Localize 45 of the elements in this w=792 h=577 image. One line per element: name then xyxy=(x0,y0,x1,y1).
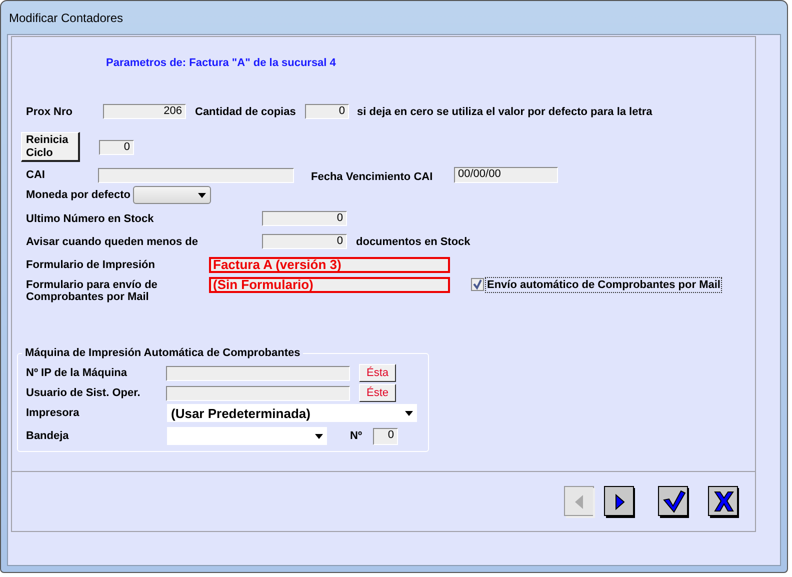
input-field[interactable] xyxy=(98,168,294,182)
dropdown-value: (Usar Predeterminada) xyxy=(171,406,310,420)
date-field[interactable]: 00/00/00 xyxy=(454,167,558,183)
printer-dropdown[interactable]: (Usar Predeterminada) xyxy=(167,404,417,422)
field-label: Formulario para envío de Comprobantes por Mail xyxy=(26,278,158,303)
input-field[interactable] xyxy=(166,386,350,400)
field-label: Moneda por defecto xyxy=(26,189,132,201)
field-label: Fecha Vencimiento CAI xyxy=(311,170,434,182)
field-label: documentos en Stock xyxy=(356,236,470,248)
next-button[interactable] xyxy=(604,486,636,518)
input-field[interactable]: 206 xyxy=(103,104,186,119)
checkbox-label: Envío automático de Comprobantes por Mail xyxy=(485,277,722,293)
field-label: Bandeja xyxy=(26,430,70,442)
this-ip-button[interactable]: Ésta xyxy=(359,364,396,382)
cancel-button[interactable] xyxy=(708,486,740,518)
input-field[interactable]: 0 xyxy=(373,428,398,444)
field-label: Prox Nro xyxy=(26,106,74,118)
form-field[interactable]: Factura A (versión 3) xyxy=(209,257,450,273)
currency-dropdown[interactable] xyxy=(133,186,211,204)
field-label: Nº IP de la Máquina xyxy=(26,367,128,379)
input-field[interactable]: 0 xyxy=(305,104,349,119)
field-label: Ultimo Número en Stock xyxy=(26,212,155,224)
caret-icon xyxy=(315,434,323,438)
field-label: Avisar cuando queden menos de xyxy=(26,236,199,248)
form-field[interactable]: (Sin Formulario) xyxy=(209,277,450,293)
input-field[interactable]: 0 xyxy=(99,140,134,154)
window-title: Modificar Contadores xyxy=(9,11,124,25)
input-field[interactable]: 0 xyxy=(262,211,347,226)
caret-icon xyxy=(405,410,413,416)
field-label: Usuario de Sist. Oper. xyxy=(26,387,142,399)
input-field[interactable] xyxy=(166,366,350,380)
reset-cycle-button[interactable]: Reinicia Ciclo xyxy=(21,132,80,162)
accept-button[interactable] xyxy=(658,486,690,518)
field-label: Nº xyxy=(350,430,363,442)
heading: Parametros de: Factura "A" de la sucursal 4 xyxy=(106,57,336,69)
field-label: Formulario de Impresión xyxy=(26,259,156,271)
field-label: CAI xyxy=(26,169,46,181)
field-label: Cantidad de copias xyxy=(195,106,297,118)
caret-icon xyxy=(198,192,206,198)
input-field[interactable]: 0 xyxy=(262,234,347,249)
field-label: Impresora xyxy=(26,407,80,419)
group-title: Máquina de Impresión Automática de Comprobantes xyxy=(24,347,302,359)
this-user-button[interactable]: Éste xyxy=(359,384,396,402)
checkbox[interactable] xyxy=(471,278,484,291)
hint-text: si deja en cero se utiliza el valor por defecto para la letra xyxy=(357,106,652,118)
